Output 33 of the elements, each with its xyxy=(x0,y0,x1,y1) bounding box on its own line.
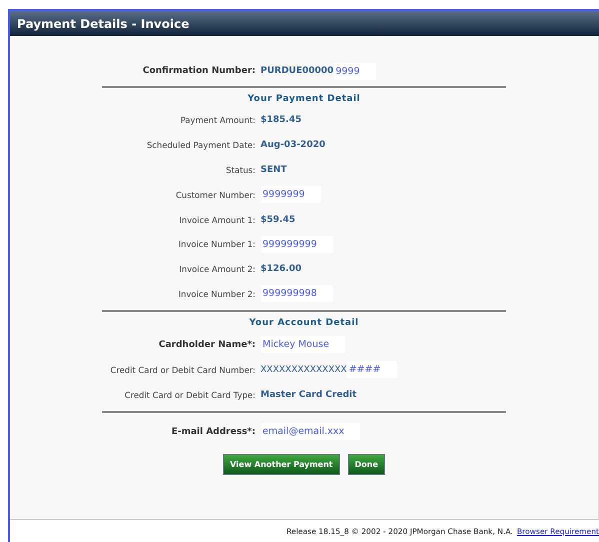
field-label: Invoice Number 1: xyxy=(177,239,256,250)
action-button[interactable]: Done xyxy=(348,454,385,476)
field-label: E-mail Address*: xyxy=(170,426,256,437)
field-value: SENT xyxy=(260,164,287,175)
field-label: Confirmation Number: xyxy=(142,66,256,76)
field-value: 9999 xyxy=(334,62,376,80)
field-label: Credit Card or Debit Card Number: xyxy=(109,364,256,375)
field-value: 9999999 xyxy=(260,186,321,204)
field-value: $185.45 xyxy=(260,115,302,126)
field-label: Invoice Amount 1: xyxy=(178,214,256,225)
section-heading: Your Account Detail xyxy=(249,318,359,330)
window-title: Payment Details - Invoice xyxy=(17,16,190,30)
field-value: $126.00 xyxy=(260,264,302,274)
field-label: Credit Card or Debit Card Type: xyxy=(124,390,256,400)
field-value: $59.45 xyxy=(260,214,296,225)
field-label: Invoice Amount 2: xyxy=(178,264,256,274)
field-label: Payment Amount: xyxy=(179,115,256,126)
field-label: Scheduled Payment Date: xyxy=(146,140,256,150)
field-value: XXXXXXXXXXXXXX xyxy=(260,364,347,375)
field-label: Invoice Number 2: xyxy=(177,288,256,299)
field-label: Customer Number: xyxy=(174,190,256,200)
section-heading: Your Payment Detail xyxy=(248,94,360,106)
field-value: 999999998 xyxy=(260,285,333,302)
field-label: Cardholder Name*: xyxy=(158,340,256,350)
field-value: Master Card Credit xyxy=(260,390,357,400)
field-value: #### xyxy=(346,361,397,378)
field-value: Aug-03-2020 xyxy=(260,140,326,150)
field-value: Mickey Mouse xyxy=(260,336,346,354)
field-value: 999999999 xyxy=(260,236,333,253)
field-value: PURDUE00000 xyxy=(260,66,334,76)
field-value: email@email.xxx xyxy=(260,423,360,440)
field-label: Status: xyxy=(224,164,256,175)
action-button[interactable]: View Another Payment xyxy=(222,454,340,476)
